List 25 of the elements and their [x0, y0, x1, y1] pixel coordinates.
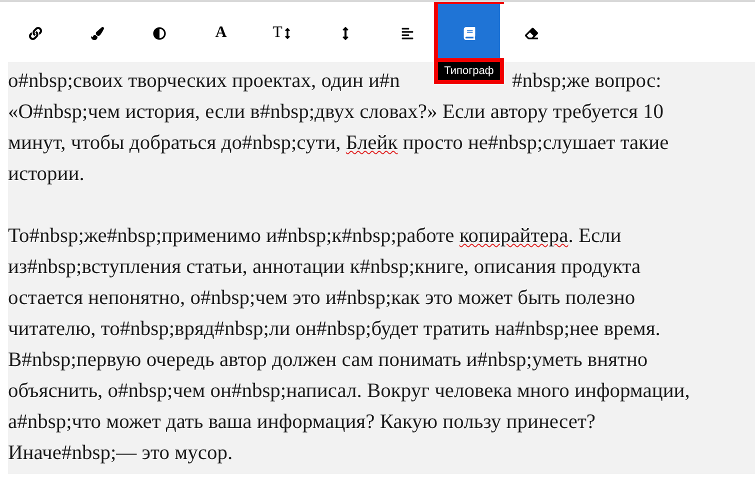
- misspelled-word: Блейк: [346, 131, 398, 156]
- text-line: Иначе#nbsp;— это мусор.: [8, 441, 233, 466]
- link-icon: [28, 26, 42, 40]
- text-line: из#nbsp;вступления статьи, аннотации к#nbsp;книге, описания продукта: [8, 255, 641, 280]
- text-line: а#nbsp;что может дать ваша информация? Какую пользу принесет?: [8, 410, 596, 436]
- tooltip: Типограф: [438, 62, 500, 80]
- text-line: остается непонятно, о#nbsp;чем это и#nbsp;как это может быть полезно: [8, 286, 636, 312]
- text-line: #nbsp;же вопрос:: [512, 69, 662, 94]
- text-line: объяснить, о#nbsp;чем он#nbsp;написал. Вокруг человека много информации,: [8, 379, 690, 404]
- misspelled-word: копирайтера: [459, 224, 568, 250]
- book-icon: [462, 26, 476, 40]
- text-line: читателю, то#nbsp;вряд#nbsp;ли он#nbsp;будет тратить на#nbsp;нее время.: [8, 317, 660, 342]
- text-line: «О#nbsp;чем история, если в#nbsp;двух словах?» Если автору требуется 10: [8, 100, 664, 126]
- eraser-icon: [524, 26, 538, 40]
- editor-area[interactable]: [8, 62, 755, 474]
- text-line: . Если: [568, 224, 622, 250]
- contrast-icon: [152, 26, 166, 40]
- text-line: о#nbsp;своих творческих проектах, один и#n: [8, 69, 401, 94]
- brush-icon: [90, 26, 104, 40]
- text-line: В#nbsp;первую очередь автор должен сам понимать и#nbsp;уметь внятно: [8, 348, 648, 374]
- text-line: истории.: [8, 162, 84, 188]
- text-line: То#nbsp;же#nbsp;применимо и#nbsp;к#nbsp;работе: [8, 224, 456, 250]
- align-left-icon: [400, 26, 414, 40]
- text-line: минут, чтобы добраться до#nbsp;сути,: [8, 131, 342, 156]
- text-line: просто не#nbsp;слушает такие: [402, 131, 669, 156]
